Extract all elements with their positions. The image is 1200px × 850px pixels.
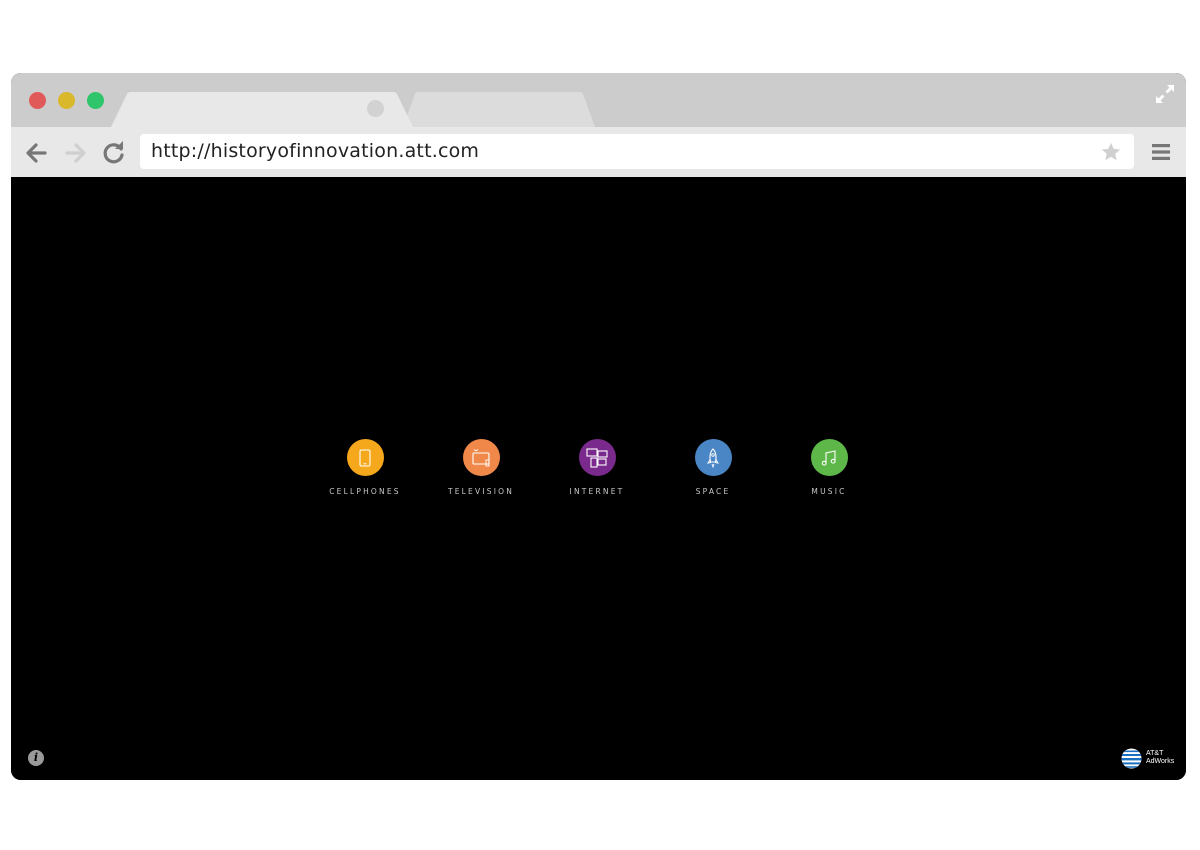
cellphones-label: CELLPHONES xyxy=(329,487,401,496)
title-bar xyxy=(11,73,1186,127)
maximize-window-button[interactable] xyxy=(87,92,104,109)
music-circle[interactable] xyxy=(810,439,848,476)
close-window-button[interactable] xyxy=(29,92,46,109)
info-icon[interactable]: i xyxy=(28,750,44,766)
att-globe-icon xyxy=(1121,748,1142,769)
menu-hamburger-icon[interactable] xyxy=(1151,142,1171,162)
category-television[interactable]: TELEVISION xyxy=(426,439,536,496)
category-internet[interactable]: INTERNET xyxy=(542,439,652,496)
tab-inactive[interactable] xyxy=(403,91,603,127)
browser-toolbar: http://historyofinnovation.att.com xyxy=(11,127,1186,177)
back-arrow-icon[interactable] xyxy=(23,140,49,166)
page-content: CELLPHONES TELEVISION INTERNET SPACE MUS… xyxy=(11,177,1186,780)
space-label: SPACE xyxy=(695,487,731,496)
internet-circle[interactable] xyxy=(578,439,616,476)
cellphones-circle[interactable] xyxy=(346,439,384,476)
att-logo-line2: AdWorks xyxy=(1146,758,1175,765)
category-space[interactable]: SPACE xyxy=(658,439,768,496)
att-logo-text: AT&T AdWorks xyxy=(1146,750,1174,766)
att-logo-line1: AT&T xyxy=(1146,750,1164,757)
minimize-window-button[interactable] xyxy=(58,92,75,109)
att-adworks-logo: AT&T AdWorks xyxy=(1121,748,1176,770)
cellphone-icon xyxy=(359,448,371,467)
url-text: http://historyofinnovation.att.com xyxy=(151,140,480,162)
internet-icon xyxy=(586,447,608,468)
music-label: MUSIC xyxy=(811,487,847,496)
music-note-icon xyxy=(821,449,836,466)
browser-window: http://historyofinnovation.att.com CELLP… xyxy=(11,73,1186,780)
rocket-icon xyxy=(706,447,720,468)
television-circle[interactable] xyxy=(462,439,500,476)
address-bar[interactable]: http://historyofinnovation.att.com xyxy=(140,134,1134,169)
television-icon xyxy=(472,448,490,466)
tab-close-button[interactable] xyxy=(367,100,384,117)
reload-icon[interactable] xyxy=(101,140,127,166)
category-music[interactable]: MUSIC xyxy=(774,439,884,496)
internet-label: INTERNET xyxy=(569,487,625,496)
space-circle[interactable] xyxy=(694,439,732,476)
category-cellphones[interactable]: CELLPHONES xyxy=(310,439,420,496)
bookmark-star-icon[interactable] xyxy=(1100,141,1122,163)
television-label: TELEVISION xyxy=(447,487,515,496)
fullscreen-icon[interactable] xyxy=(1154,83,1176,105)
forward-arrow-icon[interactable] xyxy=(63,140,89,166)
